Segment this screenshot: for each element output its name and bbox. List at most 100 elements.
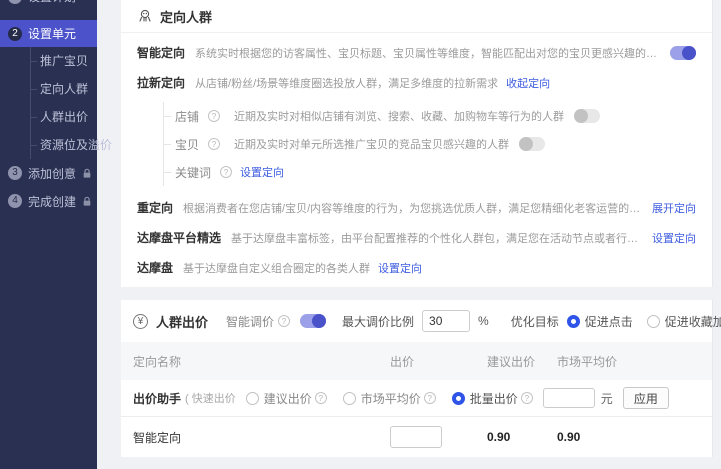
smart-targeting-toggle[interactable] [670,46,696,60]
pull-new-children: 店铺 近期及实时对相似店铺有浏览、搜索、收藏、加购物车等行为的人群 宝贝 近期及… [163,102,696,186]
smart-targeting-row: 智能定向 系统实时根据您的访客属性、宝贝标题、宝贝属性等维度，智能匹配出对您的宝… [137,44,696,61]
assistant-option-batch[interactable]: 批量出价 [452,390,533,407]
locked-steps: 3 添加创意 4 完成创建 [0,159,97,215]
sidebar-item-audience-bid[interactable]: 人群出价 [31,103,97,131]
lock-icon [82,196,92,207]
column-header-market: 市场平均价 [557,353,712,370]
damo-row: 达摩盘 基于达摩盘自定义组合圈定的各类人群 设置定向 [137,259,696,276]
set-targeting-link[interactable]: 设置定向 [240,164,284,180]
targeting-rows: 智能定向 系统实时根据您的访客属性、宝贝标题、宝贝属性等维度，智能匹配出对您的宝… [121,33,712,276]
radio-selected-icon [567,315,580,328]
question-mark-icon[interactable] [278,315,290,327]
question-mark-icon[interactable] [315,392,327,404]
lock-icon [82,168,92,179]
question-mark-icon[interactable] [424,392,436,404]
row-label: 达摩盘平台精选 [137,229,221,246]
radio-label: 促进收藏加购 [665,313,721,330]
question-mark-icon[interactable] [208,138,220,150]
sidebar-step-setup-unit[interactable]: 2 设置单元 [0,20,97,47]
question-mark-icon[interactable] [208,110,220,122]
radio-label: 市场平均价 [361,390,421,407]
row-description: 系统实时根据您的访客属性、宝贝标题、宝贝属性等维度，智能匹配出对您的宝贝更感兴趣… [195,45,660,61]
shop-targeting-toggle[interactable] [574,109,600,123]
sidebar-step-setup-plan[interactable]: 1 设置计划 [0,0,97,8]
item-targeting-row: 宝贝 近期及实时对单元所选推广宝贝的竞品宝贝感兴趣的人群 [164,130,696,158]
retargeting-row: 重定向 根据消费者在您店铺/宝贝/内容等维度的行为，为您挑选优质人群，满足您精细… [137,199,696,216]
radio-icon [647,315,660,328]
pull-new-targeting-row: 拉新定向 从店铺/粉丝/场景等维度圈选投放人群，满足多维度的拉新需求 收起定向 [137,74,696,91]
market-avg-cell: 0.90 [557,430,712,444]
column-header-bid: 出价 [390,353,487,370]
row-label: 宝贝 [175,136,199,153]
step-number-badge: 1 [8,0,22,4]
steps-sidebar: 1 设置计划 2 设置单元 推广宝贝 定向人群 人群出价 资源位及溢价 3 添加… [0,0,97,469]
expand-targeting-link[interactable]: 展开定向 [652,200,696,216]
sidebar-sub-steps: 推广宝贝 定向人群 人群出价 资源位及溢价 [30,47,97,159]
radio-selected-icon [452,392,465,405]
radio-label: 建议出价 [264,390,312,407]
batch-bid-input[interactable] [543,388,595,408]
smart-adjust-label: 智能调价 [226,313,274,330]
yen-circle-icon: ¥ [133,314,148,329]
row-description: 近期及实时对单元所选推广宝贝的竞品宝贝感兴趣的人群 [234,136,509,152]
bid-table-row-smart-targeting: 智能定向 0.90 0.90 [121,417,712,457]
step-label: 设置单元 [28,25,76,42]
panel-title: 人群出价 [156,312,208,331]
step-label: 完成创建 [28,193,76,210]
set-targeting-link[interactable]: 设置定向 [378,260,422,276]
question-mark-icon[interactable] [521,392,533,404]
row-description: 近期及实时对相似店铺有浏览、搜索、收藏、加购物车等行为的人群 [234,108,564,124]
smart-adjust-toggle[interactable] [300,314,326,328]
column-header-name: 定向名称 [133,353,390,370]
assistant-option-market[interactable]: 市场平均价 [343,390,436,407]
row-description: 从店铺/粉丝/场景等维度圈选投放人群，满足多维度的拉新需求 [195,75,498,91]
item-targeting-toggle[interactable] [519,137,545,151]
step-number-badge: 2 [8,27,22,41]
max-adjust-ratio-input[interactable] [422,310,470,332]
row-label: 重定向 [137,199,173,216]
targeting-panel: 定向人群 智能定向 系统实时根据您的访客属性、宝贝标题、宝贝属性等维度，智能匹配… [121,0,713,287]
radio-icon [343,392,356,405]
bid-cell [390,426,487,448]
row-description: 根据消费者在您店铺/宝贝/内容等维度的行为，为您挑选优质人群，满足您精细化老客运… [183,200,644,216]
row-label: 关键词 [175,164,211,181]
step-number-badge: 4 [8,194,22,208]
optimize-option-collect-cart[interactable]: 促进收藏加购 [647,313,721,330]
bid-table-header: 定向名称 出价 建议出价 市场平均价 [121,342,712,380]
step-number-badge: 3 [8,166,22,180]
sidebar-step-add-creative[interactable]: 3 添加创意 [0,159,97,187]
sidebar-item-targeting[interactable]: 定向人群 [31,75,97,103]
keyword-targeting-row: 关键词 设置定向 [164,158,696,186]
radio-label: 促进点击 [585,313,633,330]
assistant-option-suggest[interactable]: 建议出价 [246,390,327,407]
sidebar-item-promote-item[interactable]: 推广宝贝 [31,47,97,75]
row-description: 基于达摩盘自定义组合圈定的各类人群 [183,260,370,276]
row-label: 智能定向 [137,44,185,61]
yuan-unit-label: 元 [601,390,613,407]
step-label: 添加创意 [28,165,76,182]
row-label: 店铺 [175,108,199,125]
sidebar-item-placement-premium[interactable]: 资源位及溢价 [31,131,97,159]
column-header-suggest: 建议出价 [487,353,557,370]
suggest-bid-cell: 0.90 [487,430,557,444]
bidding-panel: ¥ 人群出价 智能调价 最大调价比例 % 优化目标 促进点击 促进收藏加购 促进… [121,300,713,457]
percent-sign: % [478,314,489,328]
assistant-label: 出价助手 [133,390,181,407]
collapse-targeting-link[interactable]: 收起定向 [506,75,550,91]
crowd-icon [137,8,153,24]
row-label: 达摩盘 [137,259,173,276]
quick-bid-label: ( 快速出价 [185,390,236,406]
apply-button[interactable]: 应用 [623,387,669,409]
set-targeting-link[interactable]: 设置定向 [652,230,696,246]
optimize-option-click[interactable]: 促进点击 [567,313,633,330]
row-label: 拉新定向 [137,74,185,91]
radio-icon [246,392,259,405]
smart-targeting-bid-input[interactable] [390,426,442,448]
sidebar-step-finish-create[interactable]: 4 完成创建 [0,187,97,215]
panel-title: 定向人群 [160,7,212,26]
optimize-goal-label: 优化目标 [511,313,559,330]
row-description: 基于达摩盘丰富标签，由平台配置推荐的个性化人群包，满足您在活动节点或者行业上的圈… [231,230,644,246]
question-mark-icon[interactable] [220,166,232,178]
damo-featured-row: 达摩盘平台精选 基于达摩盘丰富标签，由平台配置推荐的个性化人群包，满足您在活动节… [137,229,696,246]
max-ratio-label: 最大调价比例 [342,313,414,330]
